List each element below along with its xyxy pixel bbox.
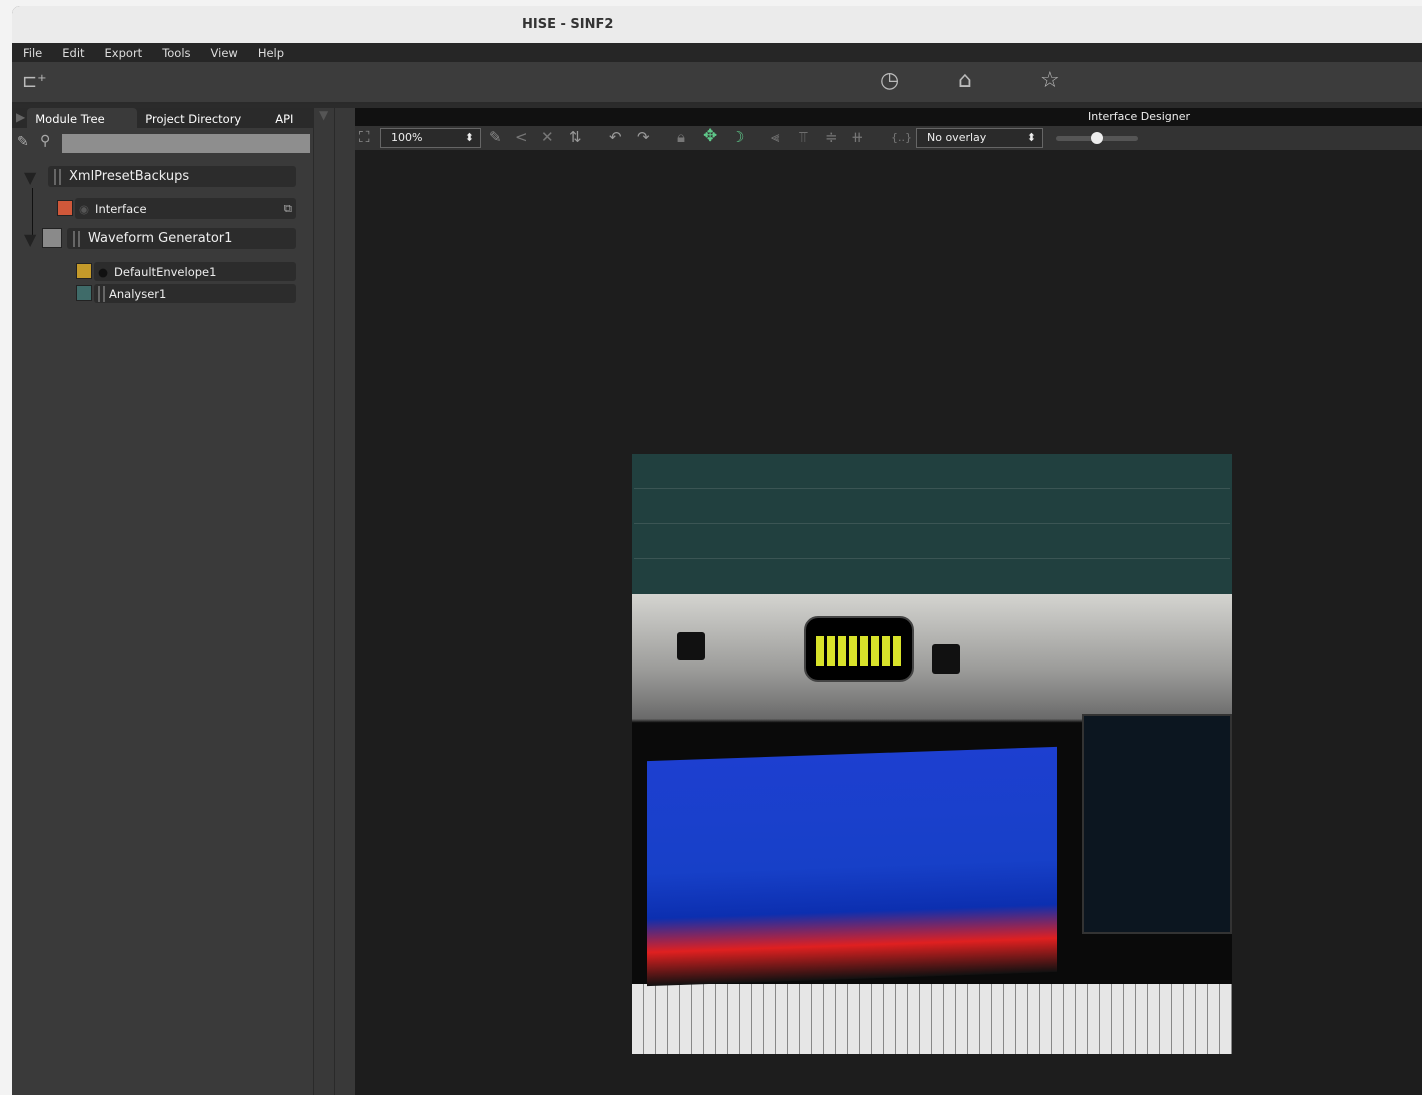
keyboard[interactable] (632, 984, 1232, 1054)
swap-icon[interactable]: ⇅ (569, 128, 582, 146)
menu-help[interactable]: Help (258, 46, 284, 60)
distribute-v-icon[interactable]: ≑ (825, 128, 838, 146)
popout-icon[interactable]: ⧉ (284, 201, 292, 216)
opacity-slider[interactable] (1056, 132, 1138, 144)
tab-project-directory[interactable]: Project Directory (137, 108, 267, 128)
designer-title: Interface Designer (1087, 110, 1190, 123)
color-swatch (42, 228, 62, 248)
color-swatch (76, 285, 92, 301)
search-input[interactable] (62, 134, 310, 153)
tree-item-defaultenvelope[interactable]: ● DefaultEnvelope1 (94, 262, 296, 281)
undo-icon[interactable]: ↶ (609, 128, 622, 146)
window-title: HISE - SINF2 (522, 17, 614, 32)
menu-edit[interactable]: Edit (62, 46, 84, 60)
title-bar: HISE - SINF2 (12, 6, 1422, 43)
expand-arrow-icon[interactable]: ▼ (24, 230, 36, 249)
collapse-arrow-icon[interactable]: ▶ (16, 110, 25, 124)
color-swatch (76, 263, 92, 279)
background-image (632, 594, 1232, 987)
search-icon: ⚲ (40, 133, 51, 149)
tree-item-analyser[interactable]: Analyser1 (94, 284, 296, 303)
snap-icon[interactable]: ☽ (731, 128, 744, 146)
star-icon[interactable]: ☆ (1040, 68, 1060, 93)
gauge-icon[interactable]: ◷ (880, 68, 899, 93)
script-icon[interactable]: {..} (891, 131, 912, 144)
tab-api[interactable]: API (267, 108, 301, 128)
interface-designer: Interface Designer ⛶ 100% ⬍ ✎ < ✕ ⇅ ↶ ↷ 🔒… (355, 108, 1422, 1095)
zoom-select[interactable]: 100% ⬍ (380, 128, 481, 148)
pencil-icon[interactable]: ✎ (489, 128, 502, 146)
menu-view[interactable]: View (211, 46, 238, 60)
main-toolbar: ⊏⁺ ◷ ⌂ ☆ (12, 62, 1422, 104)
expand-arrow-icon[interactable]: ▼ (24, 168, 36, 187)
hise-window: HISE - SINF2 File Edit Export Tools View… (12, 6, 1422, 1095)
menu-tools[interactable]: Tools (162, 46, 190, 60)
lock-icon[interactable]: 🔒︎ (677, 128, 685, 146)
side-toolbar: ▼ (313, 108, 334, 1095)
delete-icon[interactable]: ✕ (541, 128, 554, 146)
interface-preview[interactable] (632, 454, 1232, 1054)
header-panel (632, 454, 1232, 594)
tree-item-waveform-generator[interactable]: Waveform Generator1 (67, 228, 296, 249)
menu-file[interactable]: File (23, 46, 42, 60)
pencil-icon[interactable]: ✎ (17, 134, 29, 150)
tab-module-tree[interactable]: Module Tree (27, 108, 138, 128)
tree-item-interface[interactable]: ◉ Interface ⧉ (75, 198, 296, 219)
slider-thumb[interactable] (1091, 132, 1103, 144)
zoom-fit-icon[interactable]: ⛶ (359, 128, 370, 146)
align-left-icon[interactable]: ⫷ (771, 128, 779, 146)
move-icon[interactable]: ✥ (703, 126, 717, 146)
overlay-select[interactable]: No overlay ⬍ (916, 128, 1043, 148)
redo-icon[interactable]: ↷ (637, 128, 650, 146)
share-icon[interactable]: < (515, 128, 528, 146)
menu-bar: File Edit Export Tools View Help (12, 43, 1422, 62)
left-panel: ▶ Module Tree Project Directory API ✎ ⚲ … (12, 108, 313, 1095)
side-toolbar (334, 108, 355, 1095)
align-top-icon[interactable]: ⫪ (799, 128, 807, 146)
tree-item-xmlpresetbackups[interactable]: XmlPresetBackups (48, 166, 296, 187)
distribute-h-icon[interactable]: ⧺ (851, 128, 864, 146)
color-swatch (57, 200, 73, 216)
menu-export[interactable]: Export (105, 46, 143, 60)
home-icon[interactable]: ⌂ (958, 68, 972, 93)
designer-toolbar: ⛶ 100% ⬍ ✎ < ✕ ⇅ ↶ ↷ 🔒︎ ✥ ☽ ⫷ ⫪ ≑ ⧺ {..} … (355, 126, 1422, 150)
new-panel-icon[interactable]: ⊏⁺ (22, 71, 47, 92)
